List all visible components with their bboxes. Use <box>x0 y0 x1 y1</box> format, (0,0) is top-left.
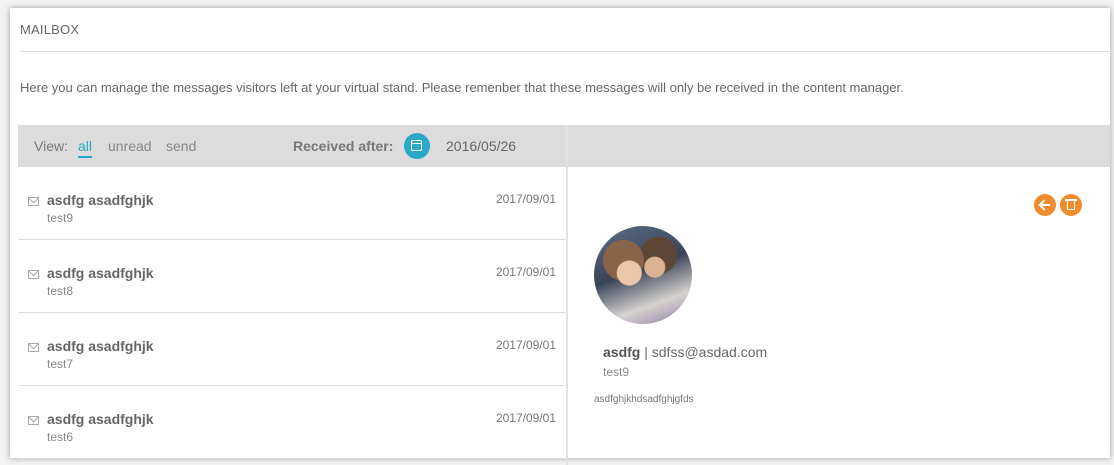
message-date: 2017/09/01 <box>495 192 556 206</box>
page-description: Here you can manage the messages visitor… <box>20 80 904 95</box>
message-subject: test7 <box>47 357 74 371</box>
view-unread-tab[interactable]: unread <box>108 138 152 154</box>
calendar-button[interactable] <box>404 133 430 159</box>
detail-toolbar <box>568 125 1110 167</box>
message-sender: asdfg asadfghjk <box>47 192 154 208</box>
message-subject: test9 <box>47 211 74 225</box>
view-label: View: <box>34 138 68 154</box>
message-item[interactable]: asdfg asadfghjk test7 2017/09/01 <box>18 313 566 386</box>
message-item[interactable]: asdfg asadfghjk test9 2017/09/01 <box>18 167 566 240</box>
message-sender: asdfg asadfghjk <box>47 411 154 427</box>
title-divider <box>20 51 1110 52</box>
message-date: 2017/09/01 <box>495 265 556 279</box>
envelope-icon <box>28 197 39 206</box>
sender-avatar <box>594 226 692 324</box>
message-date: 2017/09/01 <box>495 411 556 425</box>
message-date: 2017/09/01 <box>495 338 556 352</box>
envelope-icon <box>28 270 39 279</box>
message-subject: test6 <box>47 430 74 444</box>
view-all-tab[interactable]: all <box>78 138 93 158</box>
received-after-date: 2016/05/26 <box>446 138 517 154</box>
detail-sender-name: asdfg <box>603 344 641 360</box>
pane-divider <box>566 125 568 465</box>
message-list: asdfg asadfghjk test9 2017/09/01 asdfg a… <box>18 167 566 459</box>
page-title: MAILBOX <box>20 22 80 37</box>
message-sender: asdfg asadfghjk <box>47 338 154 354</box>
reply-button[interactable] <box>1034 194 1056 216</box>
detail-subject: test9 <box>603 365 630 379</box>
calendar-icon <box>411 140 422 151</box>
message-item[interactable]: asdfg asadfghjk test6 2017/09/01 <box>18 386 566 459</box>
message-sender: asdfg asadfghjk <box>47 265 154 281</box>
envelope-icon <box>28 416 39 425</box>
list-toolbar: View: all unread send Received after: 20… <box>18 125 566 167</box>
message-item[interactable]: asdfg asadfghjk test8 2017/09/01 <box>18 240 566 313</box>
delete-button[interactable] <box>1060 194 1082 216</box>
detail-sender: asdfg | sdfss@asdad.com <box>603 344 767 360</box>
message-subject: test8 <box>47 284 74 298</box>
sender-separator: | <box>640 344 652 360</box>
detail-body: asdfghjkhdsadfghjgfds <box>594 394 694 405</box>
envelope-icon <box>28 343 39 352</box>
received-after-label: Received after: <box>293 138 394 154</box>
view-send-tab[interactable]: send <box>166 138 196 154</box>
mailbox-panel: MAILBOX Here you can manage the messages… <box>10 8 1110 465</box>
detail-sender-email: sdfss@asdad.com <box>651 344 768 360</box>
